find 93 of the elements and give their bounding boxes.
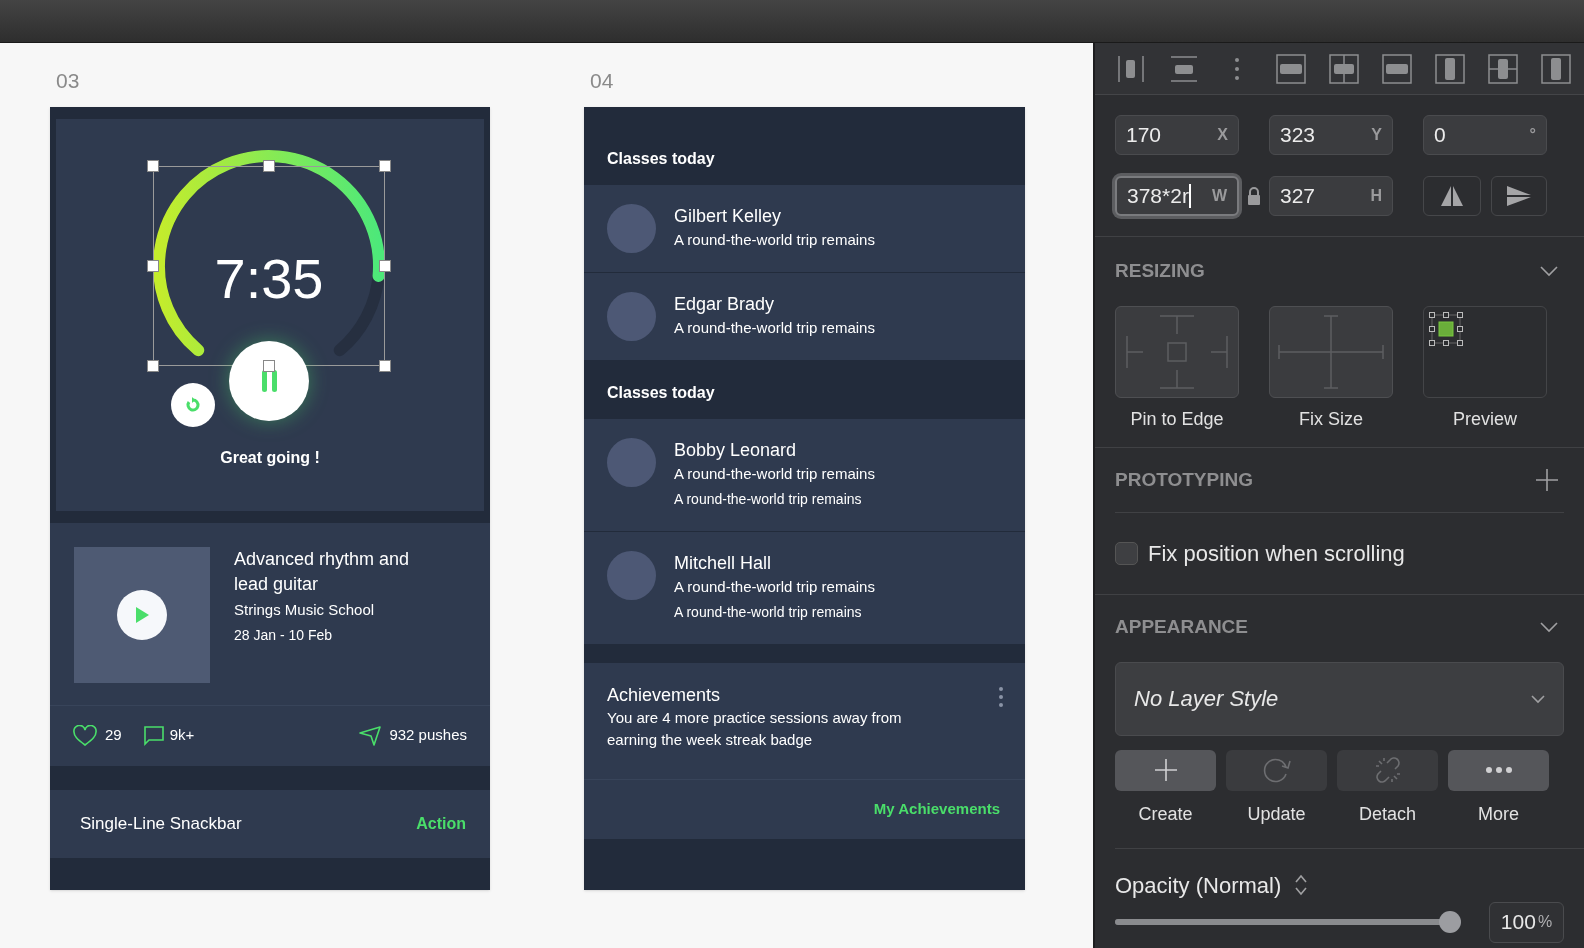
flip-vertical-icon bbox=[1507, 186, 1531, 206]
stepper-icon[interactable] bbox=[1295, 874, 1308, 896]
distribute-horizontal-icon[interactable] bbox=[1117, 53, 1147, 84]
item-subtitle: A round-the-world trip remains bbox=[674, 229, 875, 250]
push-count: 932 pushes bbox=[389, 725, 467, 746]
number-field[interactable]: 323 Y bbox=[1269, 115, 1393, 155]
percent-unit: % bbox=[1537, 912, 1553, 932]
opacity-field[interactable]: 100% bbox=[1489, 901, 1564, 943]
add-icon[interactable] bbox=[1536, 468, 1558, 491]
more-icon[interactable] bbox=[999, 686, 1003, 707]
style-action-button[interactable] bbox=[1448, 749, 1549, 791]
number-field[interactable]: 0 ° bbox=[1423, 115, 1547, 155]
avatar bbox=[607, 291, 656, 341]
item-subtitle: A round-the-world trip remains bbox=[674, 602, 863, 622]
school-name: Strings Music School bbox=[234, 599, 376, 620]
action-label: Detach bbox=[1358, 802, 1416, 826]
resize-handle[interactable] bbox=[379, 359, 391, 372]
flip-horizontal-icon bbox=[1440, 186, 1464, 206]
artboard-label: 03 bbox=[56, 68, 81, 94]
option-label: Preview bbox=[1453, 407, 1517, 431]
item-subtitle: A round-the-world trip remains bbox=[674, 317, 875, 338]
checkbox[interactable] bbox=[1115, 542, 1138, 565]
achievements-link[interactable]: My Achievements bbox=[873, 797, 1000, 821]
avatar bbox=[607, 203, 656, 253]
course-title: Advanced rhythm and lead guitar bbox=[234, 547, 411, 596]
item-subtitle: A round-the-world trip remains bbox=[674, 463, 875, 484]
class-list-item[interactable]: Mitchell Hall A round-the-world trip remains A round-the-world trip remains bbox=[584, 531, 1025, 645]
person-name: Bobby Leonard bbox=[674, 438, 798, 462]
person-name: Gilbert Kelley bbox=[674, 204, 783, 228]
resize-handle[interactable] bbox=[147, 159, 159, 172]
play-button[interactable] bbox=[117, 589, 167, 640]
heart-icon[interactable] bbox=[73, 724, 97, 747]
section-header: Classes today bbox=[606, 382, 716, 403]
section-title: RESIZING bbox=[1115, 259, 1205, 283]
item-subtitle: A round-the-world trip remains bbox=[674, 489, 863, 509]
person-name: Mitchell Hall bbox=[674, 551, 773, 575]
align-bottom-icon[interactable] bbox=[1541, 53, 1571, 84]
opacity-slider[interactable] bbox=[1115, 911, 1461, 933]
achievement-title: Achievements bbox=[607, 683, 721, 707]
snackbar-message: Single-Line Snackbar bbox=[80, 812, 242, 835]
section-header: Classes today bbox=[606, 148, 716, 169]
plus-icon bbox=[1154, 759, 1177, 781]
checkbox-label: Fix position when scrolling bbox=[1148, 540, 1405, 568]
item-subtitle: A round-the-world trip remains bbox=[674, 576, 875, 597]
distribute-vertical-icon[interactable] bbox=[1170, 53, 1200, 84]
comment-count: 9k+ bbox=[169, 725, 195, 746]
action-label: Create bbox=[1138, 802, 1193, 826]
achievement-text: You are 4 more practice sessions away from earning the week streak badge bbox=[607, 707, 903, 750]
broken-link-icon bbox=[1374, 757, 1401, 783]
class-list-item[interactable]: Gilbert Kelley A round-the-world trip remains bbox=[584, 184, 1025, 273]
time-display: 7:35 bbox=[213, 250, 325, 307]
align-center-icon[interactable] bbox=[1329, 53, 1359, 84]
refresh-icon bbox=[185, 396, 201, 413]
artboard-label: 04 bbox=[590, 68, 615, 94]
ellipsis-icon bbox=[1484, 766, 1513, 774]
option-label: Fix Size bbox=[1299, 407, 1363, 431]
class-list-item[interactable]: Bobby Leonard A round-the-world trip remains A round-the-world trip remains bbox=[584, 418, 1025, 532]
number-field[interactable]: 327 H bbox=[1269, 176, 1393, 216]
action-label: Update bbox=[1247, 802, 1306, 826]
avatar bbox=[607, 550, 656, 600]
align-top-icon[interactable] bbox=[1435, 53, 1465, 84]
align-left-icon[interactable] bbox=[1276, 53, 1306, 84]
flip-vertical-button[interactable] bbox=[1491, 176, 1547, 216]
snackbar-action[interactable]: Action bbox=[416, 811, 466, 836]
lock-icon[interactable] bbox=[1247, 187, 1261, 205]
class-list-item[interactable]: Edgar Brady A round-the-world trip remains bbox=[584, 272, 1025, 361]
resize-handle[interactable] bbox=[147, 359, 159, 372]
number-field[interactable]: 378*2r W bbox=[1115, 176, 1239, 216]
comment-icon[interactable] bbox=[143, 725, 164, 746]
chevron-down-icon bbox=[1531, 693, 1545, 704]
send-icon[interactable] bbox=[359, 725, 382, 746]
number-field[interactable]: 170 X bbox=[1115, 115, 1239, 155]
avatar bbox=[607, 437, 656, 487]
option-label: Pin to Edge bbox=[1130, 407, 1224, 431]
layer-style-dropdown[interactable]: No Layer Style bbox=[1115, 661, 1564, 736]
flip-horizontal-button[interactable] bbox=[1423, 176, 1481, 216]
align-right-icon[interactable] bbox=[1382, 53, 1412, 84]
section-title: PROTOTYPING bbox=[1115, 467, 1253, 492]
align-middle-icon[interactable] bbox=[1488, 53, 1518, 84]
encouragement-text: Great going ! bbox=[219, 447, 321, 468]
refresh-icon bbox=[1261, 757, 1292, 783]
restart-button[interactable] bbox=[171, 382, 215, 427]
resize-handle[interactable] bbox=[379, 259, 391, 272]
resize-handle[interactable] bbox=[147, 259, 159, 272]
person-name: Edgar Brady bbox=[674, 292, 776, 316]
like-count: 29 bbox=[105, 725, 122, 746]
play-icon bbox=[134, 605, 150, 624]
action-label: More bbox=[1478, 802, 1519, 826]
opacity-label: Opacity (Normal) bbox=[1115, 871, 1282, 900]
section-title: APPEARANCE bbox=[1115, 615, 1249, 639]
resize-handle[interactable] bbox=[379, 159, 391, 172]
pause-button[interactable] bbox=[229, 340, 309, 421]
course-dates: 28 Jan - 10 Feb bbox=[234, 626, 334, 645]
